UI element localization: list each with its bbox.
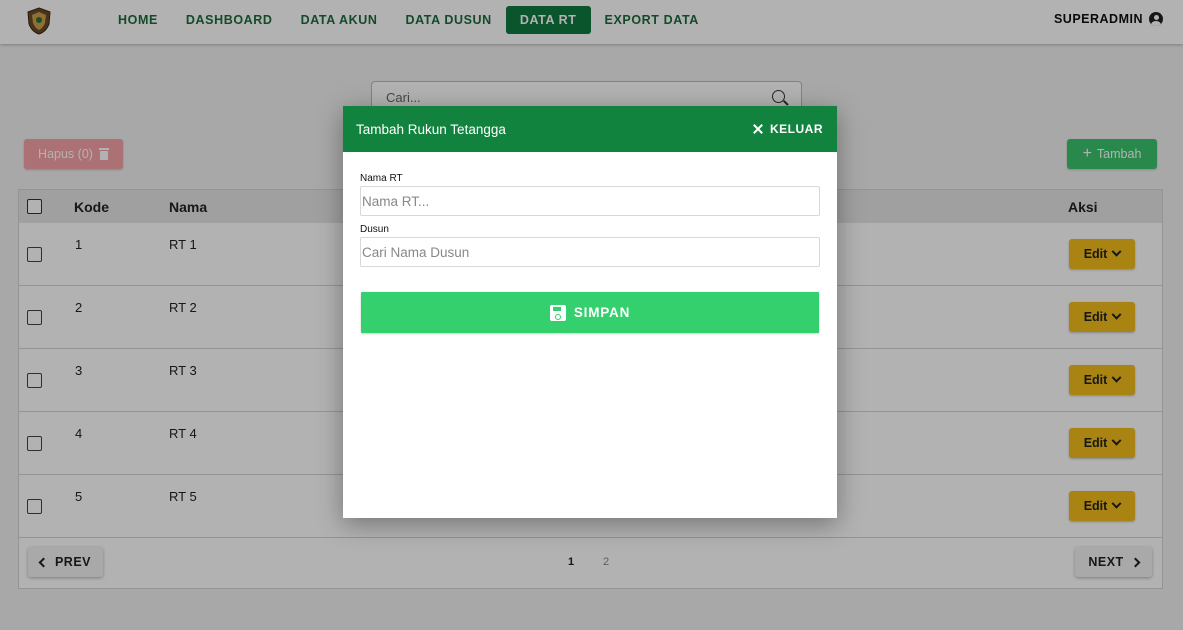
dusun-label: Dusun	[360, 224, 389, 235]
modal-title: Tambah Rukun Tetangga	[356, 122, 506, 137]
nama-rt-input[interactable]	[360, 186, 820, 216]
save-icon	[549, 304, 566, 321]
close-icon	[753, 124, 763, 134]
save-button-label: SIMPAN	[573, 305, 631, 320]
dusun-search-input[interactable]	[360, 237, 820, 267]
save-button[interactable]: SIMPAN	[361, 292, 819, 333]
nama-rt-label: Nama RT	[360, 173, 403, 184]
close-label: KELUAR	[770, 122, 823, 136]
close-modal-button[interactable]: KELUAR	[753, 122, 823, 136]
add-rt-modal: Tambah Rukun Tetangga KELUAR Nama RT Dus…	[343, 106, 837, 518]
modal-header: Tambah Rukun Tetangga KELUAR	[343, 106, 837, 152]
